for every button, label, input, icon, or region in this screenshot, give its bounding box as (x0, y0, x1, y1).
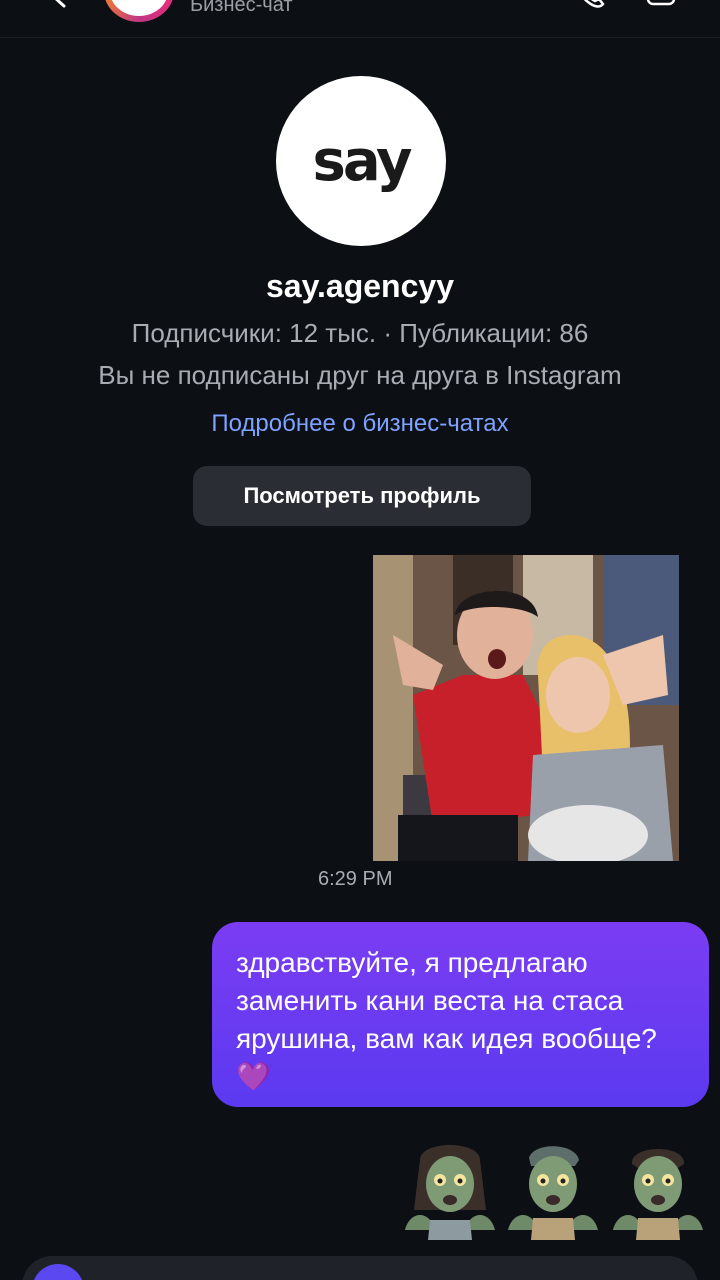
chat-header: Бизнес-чат (0, 0, 720, 38)
header-subtitle: Бизнес-чат (190, 0, 293, 16)
header-avatar[interactable] (104, 0, 174, 22)
zombie-man-sticker[interactable] (503, 1140, 603, 1240)
message-composer[interactable] (22, 1256, 698, 1280)
zombie-woman-sticker[interactable] (400, 1140, 500, 1240)
profile-name: say.agencyy (266, 268, 454, 304)
video-camera-icon[interactable] (646, 0, 686, 6)
learn-more-link[interactable]: Подробнее о бизнес-чатах (0, 410, 720, 438)
photo-image (373, 555, 679, 861)
photo-message[interactable] (373, 555, 679, 861)
zombie-sticker[interactable] (608, 1140, 708, 1240)
back-icon[interactable] (48, 0, 70, 8)
view-profile-button[interactable]: Посмотреть профиль (193, 466, 531, 526)
message-text: здравствуйте, я предлагаю заменить кани … (236, 947, 657, 1054)
purple-heart-emoji: 💜 (236, 1061, 271, 1092)
sent-message-bubble[interactable]: здравствуйте, я предлагаю заменить кани … (212, 922, 709, 1107)
follow-status: Вы не подписаны друг на друга в Instagra… (98, 360, 622, 390)
profile-stats: Подписчики: 12 тыс. · Публикации: 86 (131, 318, 589, 348)
profile-avatar[interactable]: say (276, 76, 446, 246)
message-timestamp: 6:29 PM (318, 868, 393, 890)
say-logo: say (312, 128, 413, 194)
phone-icon[interactable] (576, 0, 606, 10)
